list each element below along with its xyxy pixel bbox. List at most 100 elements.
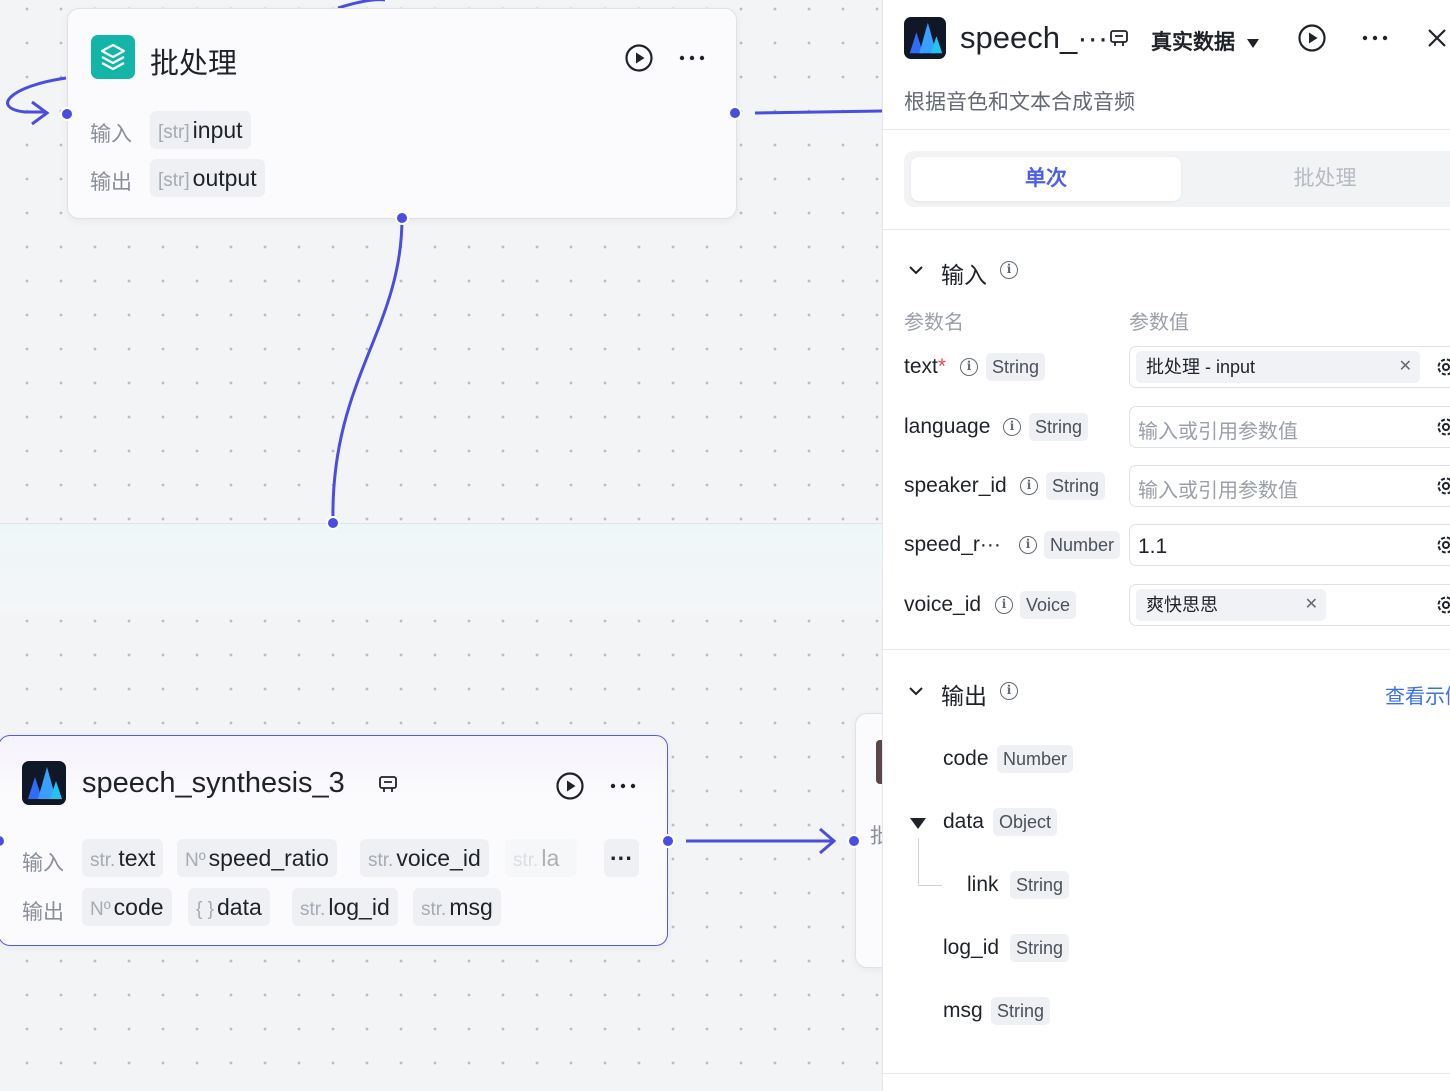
- speech-output-chip: str. log_id: [292, 888, 398, 926]
- reference-value: 批处理 - input: [1146, 357, 1256, 377]
- type-tag: Number: [1044, 531, 1121, 559]
- param-voice-id-field[interactable]: 爽快思思 ✕: [1129, 584, 1450, 626]
- expand-data-icon[interactable]: [910, 818, 926, 829]
- gear-icon[interactable]: [1435, 534, 1450, 556]
- param-name: speed_ratio: [208, 845, 329, 871]
- param-name: msg: [449, 894, 493, 920]
- placeholder: 输入或引用参数值: [1138, 421, 1298, 443]
- port-batch-out[interactable]: [728, 106, 742, 120]
- more-inputs-button[interactable]: ···: [604, 839, 639, 877]
- param-language-name: language: [904, 415, 991, 438]
- param-language-field[interactable]: 输入或引用参数值: [1129, 406, 1450, 448]
- output-collapse-toggle[interactable]: [907, 682, 925, 700]
- batch-output-label: 输出: [90, 171, 132, 194]
- param-name: voice_id: [396, 845, 481, 871]
- gear-icon[interactable]: [1435, 416, 1450, 438]
- run-icon[interactable]: [624, 43, 654, 73]
- param-voice-id-name: voice_id: [904, 593, 982, 616]
- type-label: [str]: [158, 122, 190, 143]
- speech-output-label: 输出: [22, 901, 64, 924]
- tab-single[interactable]: 单次: [911, 157, 1181, 201]
- type-tag: String: [991, 997, 1051, 1025]
- run-mode-tabs: 单次 批处理: [904, 151, 1450, 207]
- type-label: str.: [421, 899, 447, 920]
- info-icon[interactable]: i: [995, 596, 1013, 614]
- info-icon[interactable]: i: [1020, 477, 1038, 495]
- column-param-name: 参数名: [904, 312, 964, 334]
- divider: [883, 129, 1450, 130]
- port-partial-in[interactable]: [847, 834, 861, 848]
- param-name: text: [904, 355, 938, 378]
- gear-icon[interactable]: [1435, 475, 1450, 497]
- gear-icon[interactable]: [1435, 356, 1450, 378]
- plugin-badge-icon: [378, 774, 398, 794]
- type-label: str.: [368, 850, 394, 871]
- port-batch-in[interactable]: [60, 107, 74, 121]
- output-data-name: data: [943, 810, 984, 833]
- port-group-in[interactable]: [326, 516, 340, 530]
- port-batch-body-out[interactable]: [395, 211, 409, 225]
- type-tag: String: [1010, 871, 1070, 899]
- run-icon[interactable]: [555, 771, 585, 801]
- more-icon[interactable]: [608, 771, 638, 801]
- param-speaker-id-name: speaker_id: [904, 474, 1007, 497]
- speech-input-chip: str. voice_id: [360, 839, 489, 877]
- batch-input-chip: [str] input: [150, 111, 251, 149]
- param-name: code: [113, 894, 164, 920]
- more-icon[interactable]: [1360, 23, 1390, 53]
- type-tag: Number: [997, 745, 1074, 773]
- workflow-canvas[interactable]: 批处理 输入 [str] input 输出 [str] output speech_…: [0, 0, 882, 1091]
- type-tag: String: [1046, 472, 1106, 500]
- speech-output-chip: Nº code: [82, 888, 172, 926]
- batch-node[interactable]: 批处理 输入 [str] input 输出 [str] output: [67, 8, 737, 219]
- speech-input-chip-faded: str. la: [505, 839, 577, 877]
- node-description: 根据音色和文本合成音频: [904, 91, 1135, 114]
- remove-icon[interactable]: ✕: [1399, 351, 1412, 383]
- remove-icon[interactable]: ✕: [1305, 589, 1318, 621]
- gear-icon[interactable]: [1435, 594, 1450, 616]
- param-name: data: [216, 894, 262, 920]
- type-label: str.: [90, 850, 116, 871]
- batch-layers-icon: [91, 35, 135, 79]
- param-speaker-id-field[interactable]: 输入或引用参数值: [1129, 465, 1450, 507]
- type-label: { }: [196, 899, 214, 920]
- port-speech-out[interactable]: [661, 834, 675, 848]
- more-icon[interactable]: [677, 43, 707, 73]
- speech-synthesis-node[interactable]: speech_synthesis_3 输入 str. text Nº speed_r…: [0, 735, 668, 946]
- speech-input-chip: str. text: [82, 839, 164, 877]
- required-mark: *: [937, 355, 947, 378]
- input-section-title: 输入: [941, 262, 987, 288]
- speech-input-chip: Nº speed_ratio: [177, 839, 337, 877]
- speech-app-logo-icon: [22, 761, 66, 805]
- info-icon[interactable]: i: [1000, 682, 1018, 700]
- input-collapse-toggle[interactable]: [907, 261, 925, 279]
- view-example-link[interactable]: 查看示例: [1385, 680, 1450, 709]
- batch-node-title: 批处理: [150, 48, 238, 80]
- speech-output-chip: { } data: [188, 888, 270, 926]
- param-name: la: [541, 845, 560, 871]
- info-icon[interactable]: i: [1003, 418, 1021, 436]
- info-icon[interactable]: i: [960, 358, 978, 376]
- speech-input-label: 输入: [22, 852, 64, 875]
- divider: [883, 229, 1450, 230]
- partial-node-label: 批: [870, 825, 882, 848]
- type-tag: String: [1029, 413, 1089, 441]
- data-mode-dropdown[interactable]: 真实数据: [1151, 26, 1259, 56]
- placeholder: 输入或引用参数值: [1138, 480, 1298, 502]
- tab-batch[interactable]: 批处理: [1190, 157, 1450, 201]
- info-icon[interactable]: i: [1019, 536, 1037, 554]
- info-icon[interactable]: i: [1000, 261, 1018, 279]
- param-name: output: [192, 165, 257, 191]
- reference-value: 爽快思思: [1146, 595, 1218, 615]
- run-icon[interactable]: [1297, 23, 1327, 53]
- reference-chip[interactable]: 批处理 - input ✕: [1136, 351, 1420, 383]
- type-tag: String: [1010, 934, 1070, 962]
- param-name: text: [118, 845, 156, 871]
- param-text-field[interactable]: 批处理 - input ✕: [1129, 346, 1450, 388]
- speech-app-logo-icon: [904, 17, 946, 59]
- voice-chip[interactable]: 爽快思思 ✕: [1136, 589, 1326, 621]
- param-speed-ratio-field[interactable]: 1.1: [1129, 524, 1450, 566]
- plugin-badge-icon: [1109, 28, 1129, 48]
- divider: [883, 649, 1450, 650]
- close-icon[interactable]: [1426, 27, 1448, 49]
